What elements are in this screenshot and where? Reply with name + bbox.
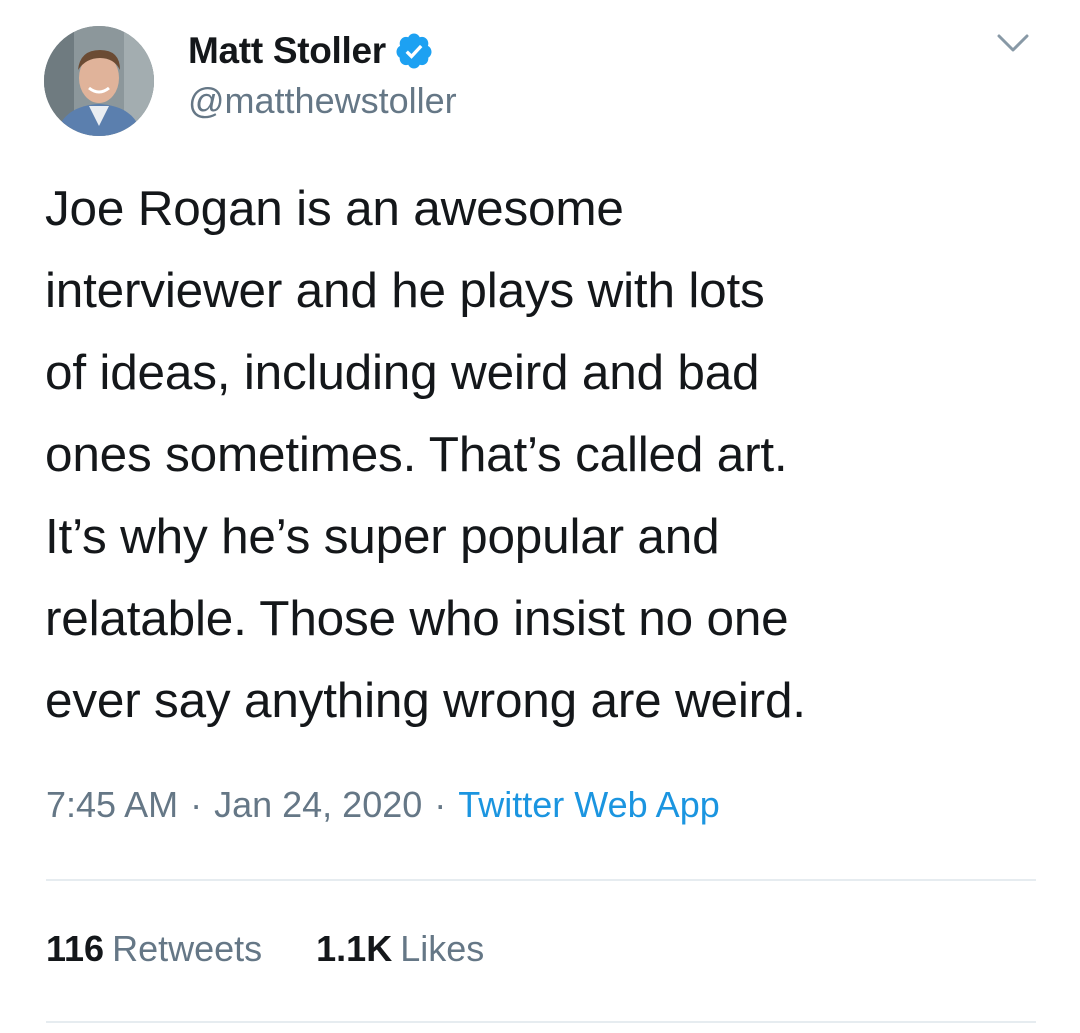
meta-separator: ·	[190, 784, 203, 825]
tweet-stats: 116 Retweets 1.1K Likes	[46, 928, 538, 970]
tweet-meta: 7:45 AM · Jan 24, 2020 · Twitter Web App	[46, 784, 720, 826]
retweets-count: 116	[46, 928, 105, 969]
likes-count: 1.1K	[316, 928, 393, 969]
display-name[interactable]: Matt Stoller	[188, 30, 386, 72]
retweets-stat[interactable]: 116 Retweets	[46, 928, 262, 970]
user-handle[interactable]: @matthewstoller	[188, 80, 457, 122]
tweet-source-link[interactable]: Twitter Web App	[458, 784, 719, 825]
likes-stat[interactable]: 1.1K Likes	[316, 928, 484, 970]
verified-badge-icon	[394, 31, 434, 71]
divider	[46, 879, 1036, 881]
tweet-text: Joe Rogan is an awesome interviewer and …	[45, 181, 806, 728]
avatar[interactable]	[44, 26, 154, 136]
divider	[46, 1021, 1036, 1023]
author-name-row: Matt Stoller	[188, 26, 434, 76]
likes-label: Likes	[400, 928, 485, 969]
tweet-date[interactable]: Jan 24, 2020	[214, 784, 422, 825]
profile-photo-icon	[44, 26, 154, 136]
meta-separator: ·	[434, 784, 447, 825]
chevron-down-icon[interactable]	[996, 32, 1030, 54]
tweet-time[interactable]: 7:45 AM	[46, 784, 178, 825]
retweets-label: Retweets	[112, 928, 263, 969]
